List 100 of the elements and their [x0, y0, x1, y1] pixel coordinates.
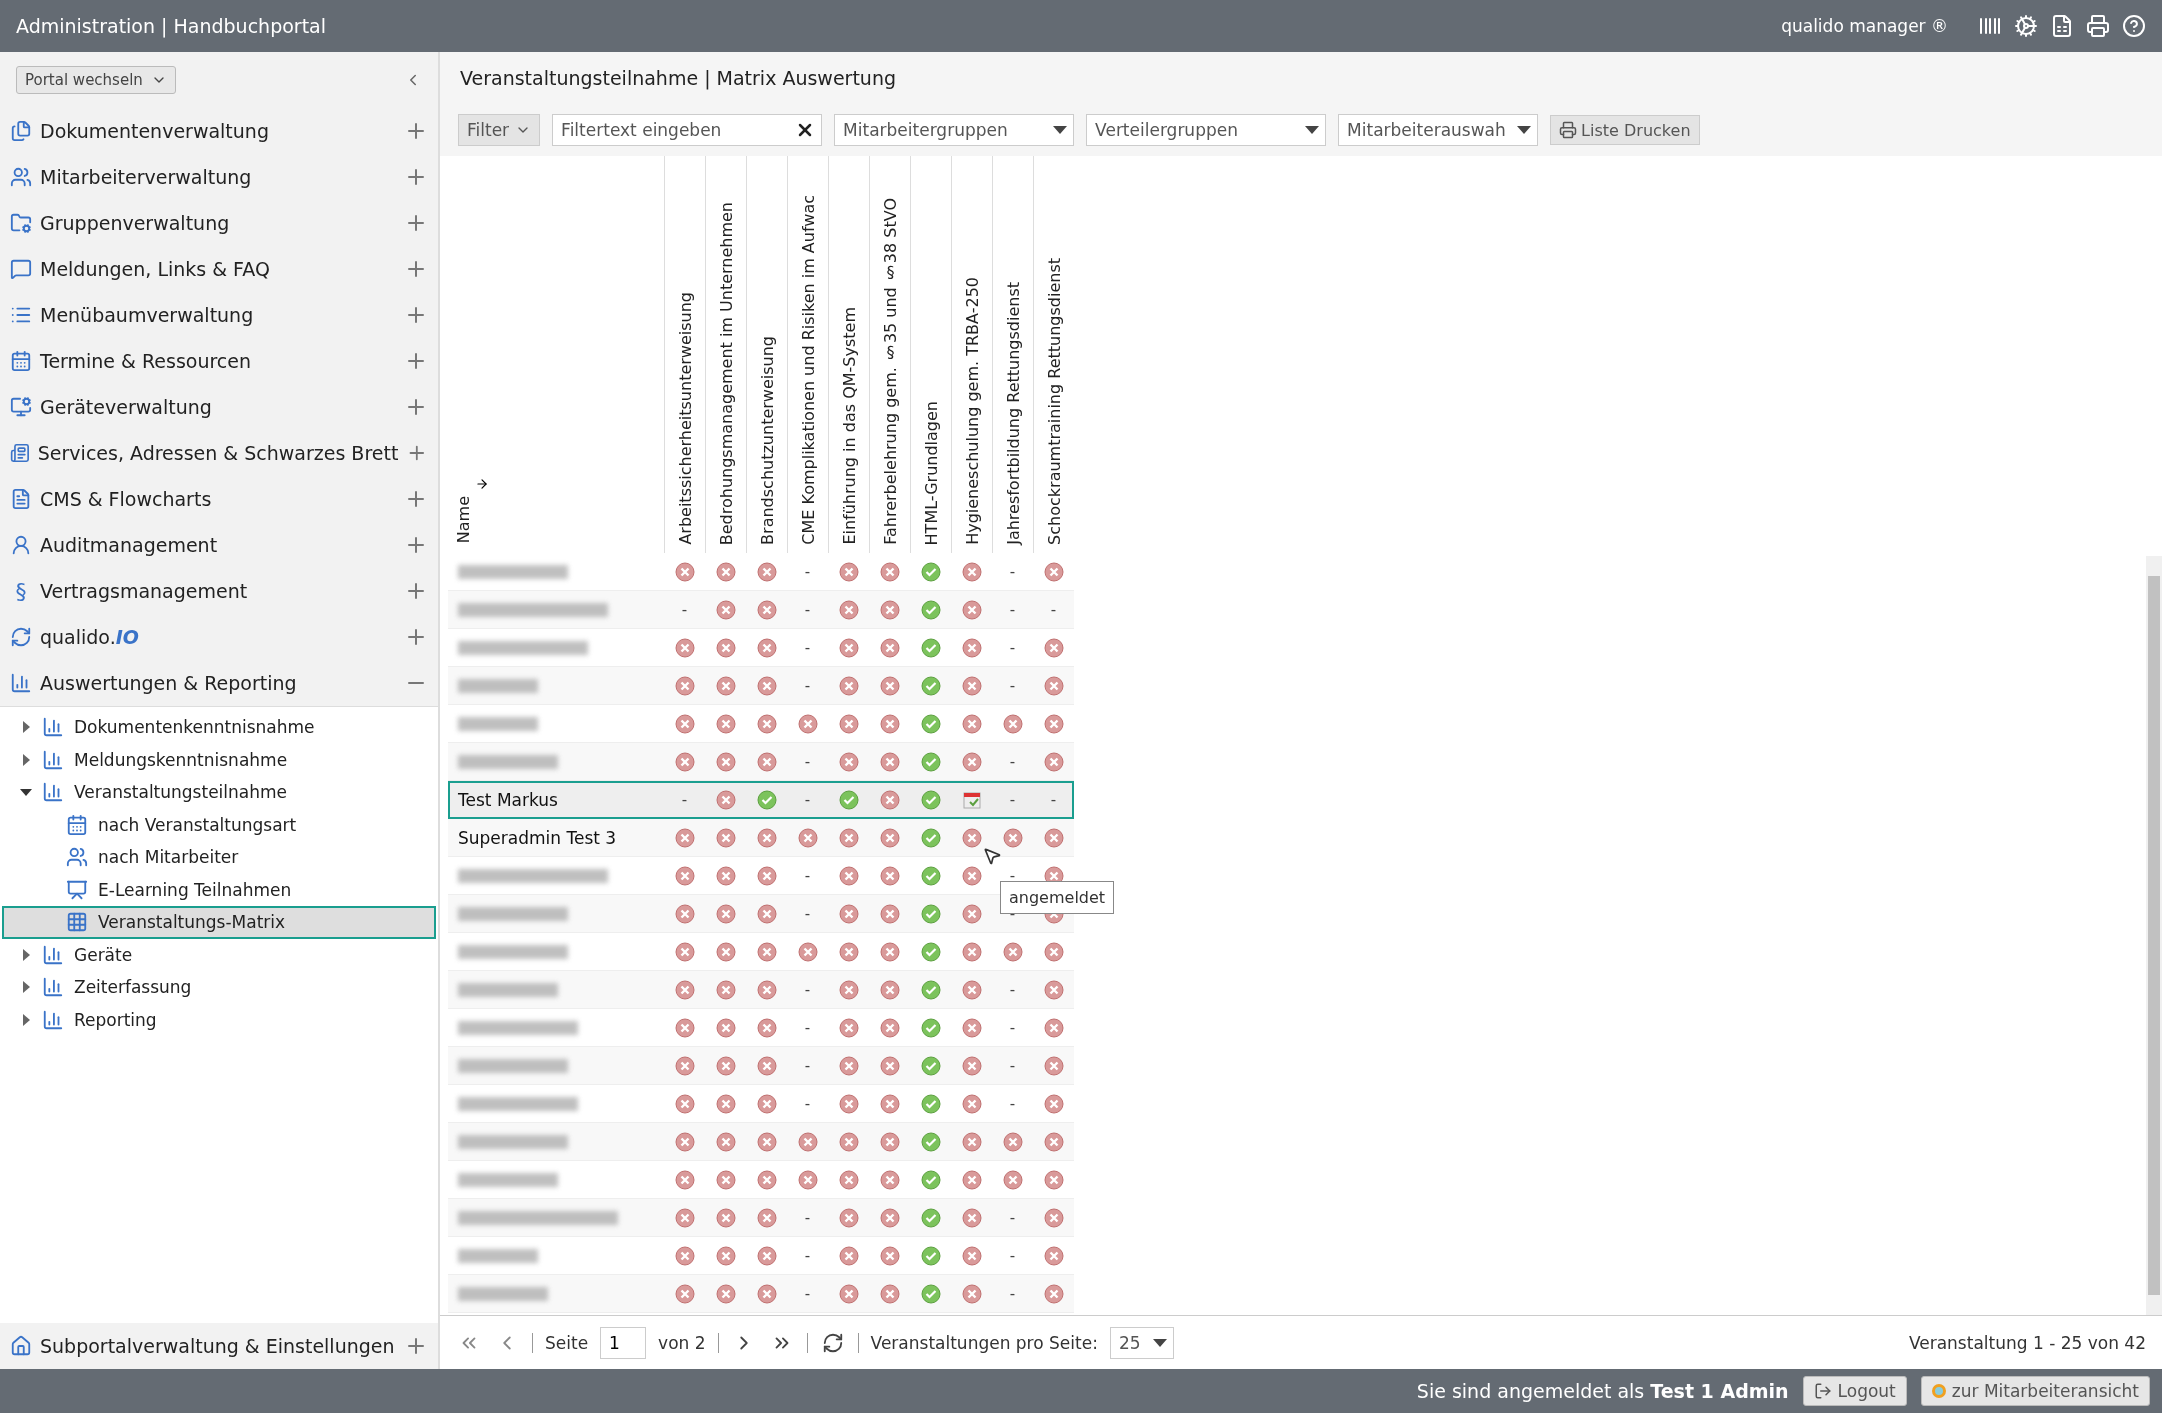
nav-label: Dokumentenverwaltung	[40, 120, 270, 142]
dash: -	[1009, 752, 1016, 771]
column-header: HTML-Grundlagen	[921, 400, 941, 545]
nav-item[interactable]: Menübaumverwaltung	[0, 292, 438, 338]
tree-item[interactable]: Zeiterfassung	[2, 971, 436, 1004]
dash: -	[681, 600, 688, 619]
dash: -	[804, 980, 811, 999]
sort-arrow-icon[interactable]	[475, 477, 489, 491]
dash: -	[1009, 562, 1016, 581]
dash: -	[1050, 600, 1057, 619]
nav-item[interactable]: § Vertragsmanagement	[0, 568, 438, 614]
nav-label: Subportalverwaltung & Einstellungen	[40, 1335, 396, 1357]
portal-switch-dropdown[interactable]: Portal wechseln	[16, 66, 176, 94]
table-row[interactable]: Superadmin Test 3	[448, 819, 1074, 857]
house-icon	[10, 1335, 32, 1357]
dash: -	[1009, 790, 1016, 809]
table-row[interactable]: - - - -	[448, 591, 1074, 629]
help-icon[interactable]	[2122, 14, 2146, 38]
nav-label: Auswertungen & Reporting	[40, 672, 298, 694]
column-header: Bedrohungsmanagement im Unternehmen	[716, 201, 736, 545]
table-row[interactable]: - -	[448, 1275, 1074, 1313]
dash: -	[804, 600, 811, 619]
page-title: Veranstaltungsteilnahme | Matrix Auswertung	[440, 52, 2162, 104]
tree-item[interactable]: Meldungskenntnisnahme	[2, 743, 436, 776]
dash: -	[804, 676, 811, 695]
filter-field[interactable]: Filtertext eingeben	[552, 114, 823, 146]
caret-right-icon[interactable]	[20, 721, 32, 734]
dash: -	[1009, 1284, 1016, 1303]
switch-view-button[interactable]: zur Mitarbeiteransicht	[1920, 1376, 2150, 1406]
page-field[interactable]: 1	[600, 1326, 647, 1359]
caret-right-icon[interactable]	[20, 981, 32, 994]
people-icon	[10, 166, 32, 188]
person-icon	[10, 534, 32, 556]
folder-icon	[10, 212, 32, 234]
nav-item[interactable]: qualido.IO	[0, 614, 438, 660]
dash: -	[804, 1208, 811, 1227]
print-icon[interactable]	[2086, 14, 2110, 38]
dash: -	[804, 1056, 811, 1075]
nav-label: Auditmanagement	[40, 534, 219, 556]
nav-item[interactable]: Mitarbeiterverwaltung	[0, 154, 438, 200]
dash: -	[1009, 638, 1016, 657]
table-row[interactable]: - -	[448, 667, 1074, 705]
bar-chart-icon	[42, 976, 64, 999]
dash: -	[681, 790, 688, 809]
column-header: Schockraumtraining Rettungsdienst	[1044, 258, 1064, 545]
dash: -	[804, 562, 811, 581]
table-row[interactable]	[448, 1123, 1074, 1161]
logout-button[interactable]: Logout	[1802, 1376, 1907, 1406]
table-row[interactable]: - -	[448, 743, 1074, 781]
tree-item[interactable]: E-Learning Teilnahmen	[2, 873, 436, 906]
tree-item[interactable]: Dokumentenkenntnisnahme	[2, 711, 436, 744]
print-button[interactable]: Liste Drucken	[1550, 115, 1700, 145]
tree-label: E-Learning Teilnahmen	[98, 879, 292, 900]
dropdown[interactable]: Verteilergruppen	[1086, 114, 1327, 146]
logout-icon	[1813, 1382, 1832, 1400]
nav-label: Services, Adressen & Schwarzes Brett	[37, 442, 399, 464]
name-cell: Superadmin Test 3	[458, 827, 617, 848]
column-header[interactable]: Name	[454, 495, 473, 543]
column-header: Jahresfortbildung Rettungsdienst	[1003, 282, 1023, 545]
nav-label: Gruppenverwaltung	[40, 212, 231, 234]
dash: -	[804, 904, 811, 923]
table-row[interactable]: - -	[448, 1199, 1074, 1237]
tree-label: Geräte	[74, 944, 133, 965]
dash: -	[804, 866, 811, 885]
caret-right-icon[interactable]	[20, 753, 32, 766]
nav-item[interactable]: Auswertungen & Reporting	[0, 660, 438, 706]
tree-item[interactable]: nach Mitarbeiter	[2, 841, 436, 874]
tree-item[interactable]: Geräte	[2, 938, 436, 971]
table-row[interactable]: - -	[448, 1047, 1074, 1085]
newspaper-icon	[10, 442, 30, 464]
table-row[interactable]: - -	[448, 971, 1074, 1009]
tree-item[interactable]: Veranstaltungsteilnahme	[2, 776, 436, 809]
dropdown[interactable]: Mitarbeitergruppen	[834, 114, 1075, 146]
nav-item[interactable]: Services, Adressen & Schwarzes Brett	[0, 430, 438, 476]
page-summary: Veranstaltung 1 - 25 von 42	[1908, 1332, 2146, 1353]
column-header: CME Komplikationen und Risiken im Aufwac	[798, 195, 818, 545]
gear-icon[interactable]	[2014, 14, 2038, 38]
nav-item[interactable]: Subportalverwaltung & Einstellungen	[0, 1323, 438, 1369]
nav-item[interactable]: Gruppenverwaltung	[0, 200, 438, 246]
tree-item[interactable]: nach Veranstaltungsart	[2, 808, 436, 841]
spreadsheet-icon[interactable]	[2050, 14, 2074, 38]
nav-item[interactable]: Auditmanagement	[0, 522, 438, 568]
nav-item[interactable]: Termine & Ressourcen	[0, 338, 438, 384]
caret-right-icon[interactable]	[20, 1013, 32, 1026]
per-page-dropdown[interactable]: 25	[1109, 1326, 1174, 1359]
scrollbar[interactable]	[2146, 556, 2162, 1315]
nav-item[interactable]: Meldungen, Links & FAQ	[0, 246, 438, 292]
filter-dropdown[interactable]: Filter	[458, 114, 541, 146]
tree-item[interactable]: Reporting	[2, 1003, 436, 1036]
tree-item[interactable]: Veranstaltungs-Matrix	[2, 906, 436, 939]
dash: -	[1009, 1246, 1016, 1265]
column-header: Arbeitssicherheitsunterweisung	[675, 292, 695, 545]
table-row[interactable]: Test Markus - - - -	[448, 781, 1074, 819]
dropdown[interactable]: Mitarbeiterauswah	[1338, 114, 1539, 146]
nav-item[interactable]: CMS & Flowcharts	[0, 476, 438, 522]
nav-item[interactable]: Geräteverwaltung	[0, 384, 438, 430]
bar-chart-icon	[42, 943, 64, 966]
product-name: qualido manager ®	[1781, 16, 1948, 36]
nav-item[interactable]: Dokumentenverwaltung	[0, 108, 438, 154]
caret-right-icon[interactable]	[20, 948, 32, 961]
